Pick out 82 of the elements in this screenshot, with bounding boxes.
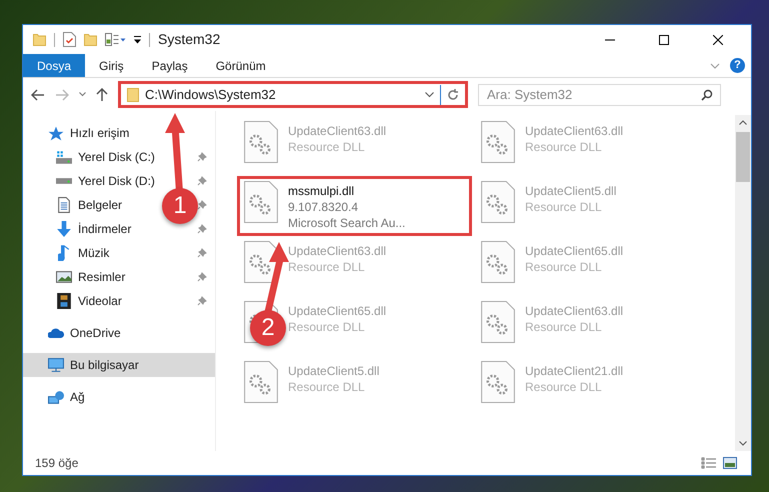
drive-icon <box>56 178 72 184</box>
window-title: System32 <box>158 30 220 49</box>
pin-icon[interactable] <box>197 176 207 186</box>
monitor-icon <box>48 358 64 372</box>
nav-label[interactable]: Belgeler <box>78 196 122 214</box>
item-count: 159 öğe <box>35 455 78 472</box>
gear-file-icon <box>244 121 278 163</box>
nav-label[interactable]: Yerel Disk (C:) <box>78 148 155 166</box>
refresh-icon[interactable] <box>447 88 459 100</box>
nav-label[interactable]: Videolar <box>78 292 122 310</box>
ribbon-tab[interactable]: Dosya <box>23 54 86 77</box>
file-detail: 9.107.8320.4 <box>288 199 360 215</box>
help-button[interactable]: ? <box>730 58 745 73</box>
down-arrow-icon <box>57 221 71 237</box>
ribbon-tab[interactable]: Giriş <box>85 54 138 77</box>
gear-file-icon <box>244 181 278 223</box>
file-detail: Resource DLL <box>525 139 603 155</box>
back-arrow-icon[interactable] <box>31 88 45 100</box>
properties-icon[interactable] <box>63 32 76 47</box>
nav-item[interactable]: Bu bilgisayar <box>23 353 215 377</box>
file-tile[interactable]: mssmulpi.dll 9.107.8320.4 Microsoft Search Au... <box>240 179 469 233</box>
pin-icon[interactable] <box>197 248 207 258</box>
nav-label[interactable]: Yerel Disk (D:) <box>78 172 155 190</box>
gear-file-icon <box>481 301 515 343</box>
file-detail: Resource DLL <box>525 319 603 335</box>
file-detail: Resource DLL <box>288 379 366 395</box>
address-path: C:\Windows\System32 <box>145 86 276 104</box>
music-note-icon <box>58 245 70 261</box>
gear-file-icon <box>244 241 278 283</box>
nav-label[interactable]: Müzik <box>78 244 110 262</box>
gear-file-icon <box>481 181 515 223</box>
file-detail: Resource DLL <box>525 259 603 275</box>
dropdown-caret-icon[interactable] <box>425 92 434 98</box>
address-bar[interactable]: C:\Windows\System32 <box>118 81 468 108</box>
nav-label[interactable]: Resimler <box>78 268 126 286</box>
nav-label[interactable]: Hızlı erişim <box>70 124 130 142</box>
up-arrow-icon[interactable] <box>96 88 108 102</box>
nav-label[interactable]: Ağ <box>70 388 85 406</box>
maximize-icon <box>659 34 669 44</box>
scrollbar[interactable] <box>735 115 751 451</box>
view-options-icon[interactable] <box>105 33 126 46</box>
document-icon <box>58 197 70 213</box>
recent-locations-caret-icon[interactable] <box>79 92 86 97</box>
nav-label[interactable]: OneDrive <box>70 324 121 342</box>
search-field[interactable]: Ara: System32 <box>478 84 721 106</box>
file-detail: Resource DLL <box>288 319 366 335</box>
folder-icon <box>127 88 139 102</box>
gear-file-icon <box>244 361 278 403</box>
file-detail: Resource DLL <box>288 139 366 155</box>
star-icon <box>48 126 64 140</box>
gear-file-icon <box>481 121 515 163</box>
drive-icon <box>56 150 72 164</box>
scroll-up-icon[interactable] <box>739 120 747 125</box>
search-icon <box>701 88 713 100</box>
close-icon <box>713 34 723 44</box>
pin-icon[interactable] <box>197 200 207 210</box>
film-icon <box>57 293 71 309</box>
large-icons-view-icon[interactable] <box>723 457 737 469</box>
scroll-down-icon[interactable] <box>739 441 747 446</box>
ribbon-tab[interactable]: Görünüm <box>202 54 280 77</box>
gear-file-icon <box>481 241 515 283</box>
minimize-icon <box>605 38 615 40</box>
details-view-icon[interactable] <box>701 457 717 469</box>
nav-label: Bu bilgisayar <box>70 357 139 374</box>
expand-ribbon-icon[interactable] <box>710 62 720 68</box>
file-name: mssmulpi.dll <box>288 183 356 199</box>
scroll-thumb[interactable] <box>736 132 750 182</box>
picture-icon <box>56 271 72 283</box>
pin-icon[interactable] <box>197 296 207 306</box>
nav-label[interactable]: İndirmeler <box>78 220 132 238</box>
customize-toolbar-icon[interactable] <box>134 36 141 44</box>
pin-icon[interactable] <box>197 152 207 162</box>
cloud-icon <box>48 328 64 338</box>
file-detail: Resource DLL <box>525 199 603 215</box>
file-detail: Resource DLL <box>525 379 603 395</box>
pin-icon[interactable] <box>197 224 207 234</box>
network-icon <box>48 390 64 404</box>
pin-icon[interactable] <box>197 272 207 282</box>
file-detail: Microsoft Search Au... <box>288 215 406 231</box>
ribbon-tab[interactable]: Paylaş <box>138 54 202 77</box>
file-detail: Resource DLL <box>288 259 366 275</box>
gear-file-icon <box>481 361 515 403</box>
